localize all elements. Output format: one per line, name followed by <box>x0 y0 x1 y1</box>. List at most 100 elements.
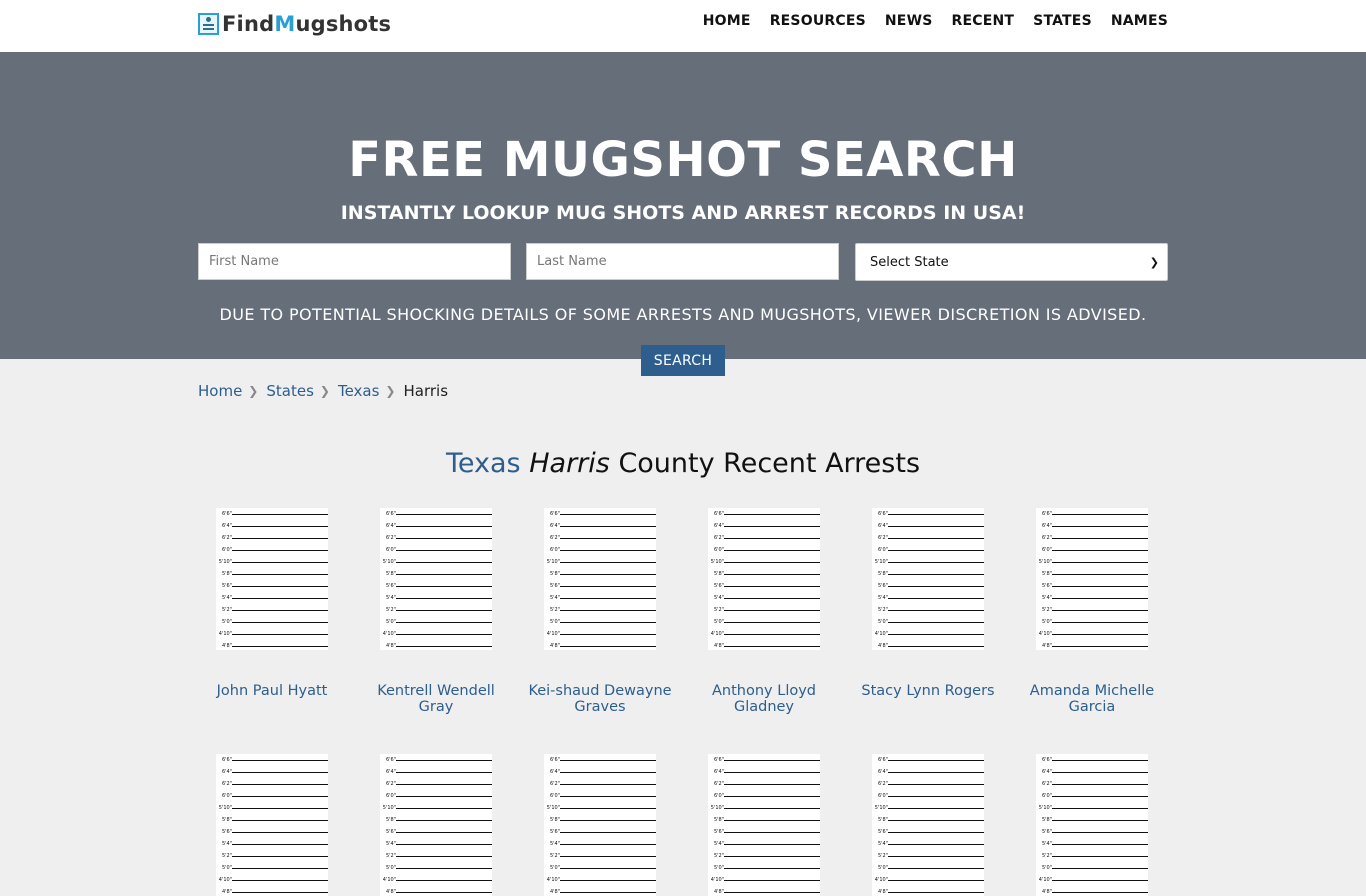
nav-resources[interactable]: RESOURCES <box>770 13 866 29</box>
height-line <box>560 868 656 869</box>
height-label: 5'6" <box>549 829 560 835</box>
height-line <box>724 880 820 881</box>
height-label: 6'0" <box>877 547 888 553</box>
height-label: 6'0" <box>385 547 396 553</box>
height-line <box>888 562 984 563</box>
mugshot-placeholder[interactable]: 6'6" 6'4" 6'2" 6'0" 5'10" 5'8" 5'6" 5'4" 5'2" 5'0… <box>216 754 328 896</box>
height-label: 4'8" <box>713 643 724 649</box>
height-line <box>232 880 328 881</box>
state-select[interactable]: Select State ❯ <box>855 243 1168 281</box>
nav-states[interactable]: STATES <box>1033 13 1092 29</box>
height-label: 4'8" <box>385 889 396 895</box>
last-name-input[interactable] <box>526 243 839 280</box>
breadcrumb-state[interactable]: Texas <box>338 382 379 400</box>
breadcrumb-states[interactable]: States <box>266 382 314 400</box>
height-line <box>396 772 492 773</box>
height-label: 4'10" <box>874 877 888 883</box>
height-line <box>1052 760 1148 761</box>
chevron-right-icon: ❯ <box>319 384 330 398</box>
height-label: 6'6" <box>549 757 560 763</box>
height-label: 6'0" <box>549 547 560 553</box>
mugshot-placeholder[interactable]: 6'6" 6'4" 6'2" 6'0" 5'10" 5'8" 5'6" 5'4" 5'2" 5'0… <box>544 508 656 650</box>
nav-home[interactable]: HOME <box>703 13 751 29</box>
first-name-input[interactable] <box>198 243 511 280</box>
arrest-card[interactable]: 6'6" 6'4" 6'2" 6'0" 5'10" 5'8" 5'6" 5'4" 5'2" 5'0… <box>190 754 354 896</box>
height-line <box>396 880 492 881</box>
arrest-card[interactable]: 6'6" 6'4" 6'2" 6'0" 5'10" 5'8" 5'6" 5'4" 5'2" 5'0… <box>846 754 1010 896</box>
mugshot-placeholder[interactable]: 6'6" 6'4" 6'2" 6'0" 5'10" 5'8" 5'6" 5'4" 5'2" 5'0… <box>380 754 492 896</box>
mugshot-placeholder[interactable]: 6'6" 6'4" 6'2" 6'0" 5'10" 5'8" 5'6" 5'4" 5'2" 5'0… <box>1036 508 1148 650</box>
height-line <box>1052 832 1148 833</box>
height-label: 6'0" <box>713 793 724 799</box>
hero-search-section: FREE MUGSHOT SEARCH INSTANTLY LOOKUP MUG… <box>0 52 1366 376</box>
height-line <box>888 574 984 575</box>
arrest-card[interactable]: 6'6" 6'4" 6'2" 6'0" 5'10" 5'8" 5'6" 5'4" 5'2" 5'0… <box>1010 508 1174 715</box>
mugshot-placeholder[interactable]: 6'6" 6'4" 6'2" 6'0" 5'10" 5'8" 5'6" 5'4" 5'2" 5'0… <box>380 508 492 650</box>
state-select-value: Select State <box>870 254 949 270</box>
arrest-card[interactable]: 6'6" 6'4" 6'2" 6'0" 5'10" 5'8" 5'6" 5'4" 5'2" 5'0… <box>518 508 682 715</box>
arrest-name[interactable]: Anthony Lloyd Gladney <box>682 683 846 715</box>
height-label: 4'10" <box>710 877 724 883</box>
arrest-card[interactable]: 6'6" 6'4" 6'2" 6'0" 5'10" 5'8" 5'6" 5'4" 5'2" 5'0… <box>1010 754 1174 896</box>
arrest-card[interactable]: 6'6" 6'4" 6'2" 6'0" 5'10" 5'8" 5'6" 5'4" 5'2" 5'0… <box>846 508 1010 699</box>
height-label: 4'10" <box>1038 877 1052 883</box>
height-label: 5'4" <box>877 841 888 847</box>
height-line <box>560 562 656 563</box>
nav-recent[interactable]: RECENT <box>952 13 1015 29</box>
height-label: 5'0" <box>549 865 560 871</box>
arrest-card[interactable]: 6'6" 6'4" 6'2" 6'0" 5'10" 5'8" 5'6" 5'4" 5'2" 5'0… <box>190 508 354 699</box>
arrest-card[interactable]: 6'6" 6'4" 6'2" 6'0" 5'10" 5'8" 5'6" 5'4" 5'2" 5'0… <box>518 754 682 896</box>
mugshot-placeholder[interactable]: 6'6" 6'4" 6'2" 6'0" 5'10" 5'8" 5'6" 5'4" 5'2" 5'0… <box>872 508 984 650</box>
height-label: 6'6" <box>713 511 724 517</box>
height-label: 4'8" <box>549 643 560 649</box>
site-logo[interactable]: FindMugshots <box>198 12 391 36</box>
mugshot-placeholder[interactable]: 6'6" 6'4" 6'2" 6'0" 5'10" 5'8" 5'6" 5'4" 5'2" 5'0… <box>708 508 820 650</box>
search-button[interactable]: SEARCH <box>641 345 725 376</box>
height-line <box>232 610 328 611</box>
nav-news[interactable]: NEWS <box>885 13 933 29</box>
arrest-name[interactable]: Amanda Michelle Garcia <box>1010 683 1174 715</box>
height-line <box>888 820 984 821</box>
height-line <box>396 892 492 893</box>
height-label: 5'4" <box>877 595 888 601</box>
height-label: 6'6" <box>877 511 888 517</box>
height-line <box>888 796 984 797</box>
mugshot-placeholder[interactable]: 6'6" 6'4" 6'2" 6'0" 5'10" 5'8" 5'6" 5'4" 5'2" 5'0… <box>544 754 656 896</box>
height-label: 5'8" <box>385 817 396 823</box>
height-label: 5'4" <box>221 841 232 847</box>
height-line <box>396 622 492 623</box>
arrest-card[interactable]: 6'6" 6'4" 6'2" 6'0" 5'10" 5'8" 5'6" 5'4" 5'2" 5'0… <box>682 754 846 896</box>
mugshot-placeholder[interactable]: 6'6" 6'4" 6'2" 6'0" 5'10" 5'8" 5'6" 5'4" 5'2" 5'0… <box>708 754 820 896</box>
height-label: 6'6" <box>385 757 396 763</box>
height-label: 5'0" <box>385 865 396 871</box>
mugshot-placeholder[interactable]: 6'6" 6'4" 6'2" 6'0" 5'10" 5'8" 5'6" 5'4" 5'2" 5'0… <box>1036 754 1148 896</box>
mugshot-placeholder[interactable]: 6'6" 6'4" 6'2" 6'0" 5'10" 5'8" 5'6" 5'4" 5'2" 5'0… <box>872 754 984 896</box>
arrest-name[interactable]: Kei-shaud Dewayne Graves <box>518 683 682 715</box>
arrest-name[interactable]: John Paul Hyatt <box>190 683 354 699</box>
arrest-card[interactable]: 6'6" 6'4" 6'2" 6'0" 5'10" 5'8" 5'6" 5'4" 5'2" 5'0… <box>354 508 518 715</box>
height-label: 5'4" <box>385 841 396 847</box>
height-label: 6'0" <box>221 547 232 553</box>
height-line <box>1052 514 1148 515</box>
height-line <box>1052 892 1148 893</box>
arrest-card[interactable]: 6'6" 6'4" 6'2" 6'0" 5'10" 5'8" 5'6" 5'4" 5'2" 5'0… <box>682 508 846 715</box>
height-label: 6'2" <box>1041 535 1052 541</box>
height-label: 4'10" <box>710 631 724 637</box>
arrest-card[interactable]: 6'6" 6'4" 6'2" 6'0" 5'10" 5'8" 5'6" 5'4" 5'2" 5'0… <box>354 754 518 896</box>
arrest-name[interactable]: Kentrell Wendell Gray <box>354 683 518 715</box>
height-line <box>560 634 656 635</box>
height-line <box>560 622 656 623</box>
height-line <box>1052 610 1148 611</box>
height-line <box>232 856 328 857</box>
height-line <box>560 892 656 893</box>
height-label: 5'10" <box>218 559 232 565</box>
breadcrumb-home[interactable]: Home <box>198 382 242 400</box>
height-label: 5'8" <box>1041 571 1052 577</box>
arrest-name[interactable]: Stacy Lynn Rogers <box>846 683 1010 699</box>
chevron-right-icon: ❯ <box>248 384 259 398</box>
nav-names[interactable]: NAMES <box>1111 13 1168 29</box>
height-line <box>560 784 656 785</box>
height-line <box>560 844 656 845</box>
height-label: 5'6" <box>713 583 724 589</box>
mugshot-placeholder[interactable]: 6'6" 6'4" 6'2" 6'0" 5'10" 5'8" 5'6" 5'4" 5'2" 5'0… <box>216 508 328 650</box>
